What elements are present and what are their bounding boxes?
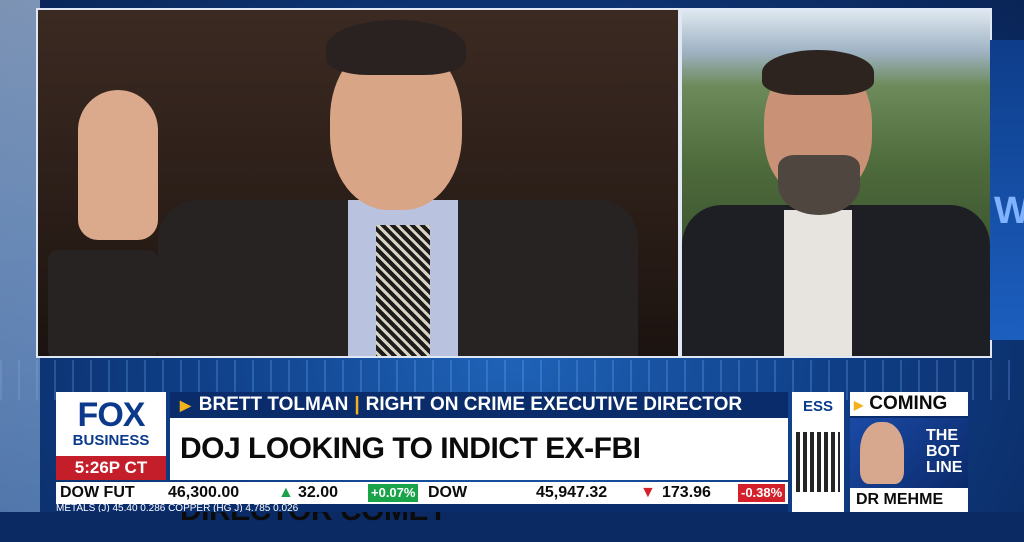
guest-hair	[762, 50, 874, 95]
promo-host-name: DR MEHME	[850, 488, 968, 512]
arrow-up-icon: ▲	[278, 484, 294, 501]
ticker-percent: -0.38%	[738, 484, 786, 502]
arrow-down-icon: ▼	[640, 484, 656, 501]
logo-fox-text: FOX	[77, 396, 146, 434]
ticker-label: DOW	[428, 484, 468, 501]
guest-name-bar: ▶ BRETT TOLMAN | RIGHT ON CRIME EXECUTIVE D…	[170, 392, 788, 418]
ticker-second-row: METALS (J) 45.40 0.286 COPPER (HG J) 4.7…	[56, 504, 788, 512]
hair	[326, 20, 466, 75]
promo-image: THE BOT LINE	[850, 418, 968, 488]
ticker-change: 32.00	[298, 484, 339, 501]
guest-shirt	[784, 210, 852, 356]
coming-up-label: COMING	[869, 393, 948, 414]
arm-sleeve	[48, 250, 158, 356]
ticker-value: 45,947.32	[536, 484, 608, 501]
raised-hand	[78, 90, 158, 240]
ticker-label: DOW FUT	[60, 484, 135, 501]
logo-business-text: BUSINESS	[72, 432, 150, 449]
qr-panel: ESS	[792, 392, 844, 512]
qr-label: ESS	[802, 398, 833, 415]
play-triangle-icon: ▶	[854, 398, 864, 412]
video-feed-comey	[36, 8, 680, 358]
ticker-percent: +0.07%	[368, 484, 419, 502]
clock-time: 5:26P CT	[56, 456, 166, 480]
ticker-change: 173.96	[662, 484, 711, 501]
market-ticker: DOW FUT 46,300.00 ▲ 32.00 +0.07% DOW 45,…	[56, 482, 788, 504]
guest-title: RIGHT ON CRIME EXECUTIVE DIRECTOR	[365, 394, 743, 415]
host-photo	[860, 422, 904, 484]
promo-show-text: THE BOT LINE	[926, 427, 963, 476]
play-triangle-icon: ▶	[180, 397, 191, 413]
headline: DOJ LOOKING TO INDICT EX-FBI DIRECTOR CO…	[170, 418, 788, 527]
tie	[376, 225, 430, 356]
guest-name: BRETT TOLMAN	[198, 394, 349, 415]
ticker-value: 46,300.00	[168, 484, 240, 501]
video-feed-guest	[680, 8, 992, 358]
network-logo: FOX BUSINESS 5:26P CT	[56, 392, 166, 480]
coming-up-header: ▶ COMING	[850, 392, 968, 416]
guest-beard	[778, 155, 860, 215]
qr-code-icon	[796, 432, 840, 492]
separator-bar: |	[354, 394, 360, 415]
studio-panel-right	[990, 40, 1024, 340]
coming-up-panel: ▶ COMING THE BOT LINE DR MEHME	[850, 392, 968, 512]
